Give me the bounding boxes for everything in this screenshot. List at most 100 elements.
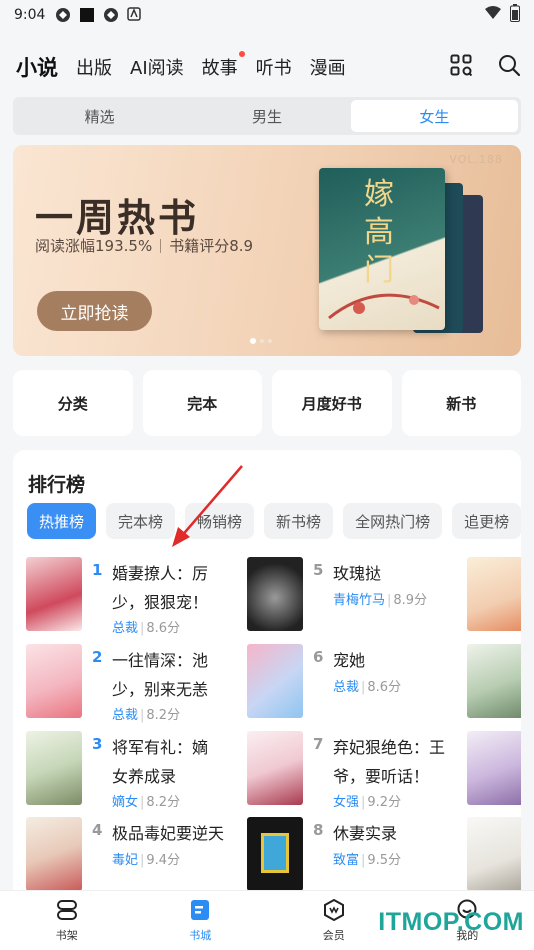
ranking-tab-bestseller[interactable]: 畅销榜 — [185, 503, 255, 539]
book-meta: 总裁 | 8.6分 — [333, 680, 402, 695]
book-cover — [247, 817, 303, 891]
book-score: 8.2分 — [146, 795, 181, 810]
book-meta: 总裁 | 8.6分 — [112, 621, 181, 636]
quick-link-category[interactable]: 分类 — [13, 370, 133, 436]
book-title: 休妻实录 — [333, 824, 398, 843]
grid-icon[interactable] — [450, 54, 473, 80]
search-icon[interactable] — [498, 54, 521, 80]
book-cover — [247, 644, 303, 718]
book-meta: 总裁 | 8.2分 — [112, 708, 181, 723]
quick-link-monthly-picks[interactable]: 月度好书 — [272, 370, 392, 436]
book-title: 婚妻撩人：厉少，狠狠宠！ — [112, 564, 209, 612]
banner-subtitle: 阅读涨幅193.5% 书籍评分8.9 — [35, 235, 253, 256]
book-rank: 7 — [313, 735, 324, 753]
book-tag: 女强 — [333, 795, 360, 810]
book-tag: 致富 — [333, 853, 360, 868]
book-title: 弃妃狠绝色：王爷，要听话！ — [333, 738, 446, 786]
segment-male[interactable]: 男生 — [183, 100, 350, 132]
ranking-tab-trending[interactable]: 追更榜 — [452, 503, 521, 539]
book-cover-partial[interactable] — [467, 644, 521, 718]
tab-bookshelf[interactable]: 书架 — [0, 891, 134, 950]
nav-tab-audiobooks[interactable]: 听书 — [256, 54, 292, 80]
book-cover — [26, 731, 82, 805]
book-tag: 青梅竹马 — [333, 593, 386, 608]
book-cover — [247, 557, 303, 631]
top-nav: 小说 出版 AI阅读 故事 听书 漫画 — [16, 44, 521, 90]
book-score: 9.4分 — [146, 853, 181, 868]
book-score: 9.2分 — [367, 795, 402, 810]
segment-female[interactable]: 女生 — [350, 100, 518, 132]
ranking-section: 排行榜 热推榜 完本榜 畅销榜 新书榜 全网热门榜 追更榜 1 婚妻撩人：厉少，… — [13, 450, 521, 910]
book-score: 9.5分 — [367, 853, 402, 868]
quick-link-completed[interactable]: 完本 — [142, 370, 262, 436]
book-score: 8.6分 — [146, 621, 181, 636]
bookstore-icon — [188, 899, 212, 924]
book-rank: 8 — [313, 821, 324, 839]
ranking-tab-hot[interactable]: 热推榜 — [27, 503, 97, 539]
nav-tab-comics[interactable]: 漫画 — [310, 54, 346, 80]
app-notification-icon — [103, 7, 119, 23]
banner-book-cover-main: 嫁高门 — [319, 168, 445, 330]
ranking-book[interactable]: 4 极品毒妃要逆天 毒妃 | 9.4分 — [26, 817, 241, 893]
battery-icon — [510, 4, 520, 26]
nav-tab-publishing[interactable]: 出版 — [76, 54, 112, 80]
ranking-title: 排行榜 — [28, 474, 86, 496]
book-meta: 毒妃 | 9.4分 — [112, 853, 181, 868]
tab-label: 书城 — [189, 928, 212, 942]
book-meta: 嫡女 | 8.2分 — [112, 795, 181, 810]
book-tag: 嫡女 — [112, 795, 139, 810]
book-title: 极品毒妃要逆天 — [112, 824, 225, 843]
notification-dot — [238, 51, 245, 57]
segment-featured[interactable]: 精选 — [16, 100, 183, 132]
ranking-tab-web-hot[interactable]: 全网热门榜 — [343, 503, 443, 539]
book-meta: 女强 | 9.2分 — [333, 795, 402, 810]
ranking-book[interactable]: 3 将军有礼：嫡女养成录 嫡女 | 8.2分 — [26, 731, 241, 810]
bookshelf-icon — [55, 899, 79, 924]
nav-tab-novel[interactable]: 小说 — [16, 52, 58, 82]
book-meta: 青梅竹马 | 8.9分 — [333, 593, 428, 608]
book-cover-partial[interactable] — [467, 817, 521, 891]
book-rank: 1 — [92, 561, 103, 579]
book-cover-partial[interactable] — [467, 731, 521, 805]
book-rank: 4 — [92, 821, 103, 839]
ranking-book[interactable]: 1 婚妻撩人：厉少，狠狠宠！ 总裁 | 8.6分 — [26, 557, 241, 636]
ranking-book[interactable]: 2 一往情深：池少，别来无恙 总裁 | 8.2分 — [26, 644, 241, 723]
read-now-button[interactable]: 立即抢读 — [37, 291, 152, 331]
tab-label: 会员 — [322, 928, 345, 942]
book-rank: 5 — [313, 561, 324, 579]
status-time: 9:04 — [14, 7, 46, 23]
vip-icon — [322, 898, 346, 924]
book-cover — [26, 644, 82, 718]
nav-tab-ai-reading[interactable]: AI阅读 — [130, 54, 184, 80]
book-tag: 总裁 — [112, 708, 139, 723]
ranking-tab-new[interactable]: 新书榜 — [264, 503, 334, 539]
banner-volume: VOL.188 — [449, 153, 503, 166]
nav-tab-stories[interactable]: 故事 — [202, 51, 245, 80]
book-meta: 致富 | 9.5分 — [333, 853, 402, 868]
weekly-hot-banner[interactable]: VOL.188 一周热书 阅读涨幅193.5% 书籍评分8.9 立即抢读 嫁高门 — [13, 145, 521, 356]
ranking-book[interactable]: 7 弃妃狠绝色：王爷，要听话！ 女强 | 9.2分 — [247, 731, 462, 810]
book-title: 一往情深：池少，别来无恙 — [112, 651, 209, 699]
book-rank: 6 — [313, 648, 324, 666]
ranking-tab-completed[interactable]: 完本榜 — [106, 503, 176, 539]
book-cover-partial[interactable] — [467, 557, 521, 631]
book-title: 宠她 — [333, 651, 366, 670]
banner-growth: 阅读涨幅193.5% — [35, 237, 153, 255]
book-rank: 2 — [92, 648, 103, 666]
banner-title: 一周热书 — [35, 196, 200, 240]
ranking-tabs: 热推榜 完本榜 畅销榜 新书榜 全网热门榜 追更榜 — [27, 503, 521, 539]
book-score: 8.9分 — [393, 593, 428, 608]
quick-link-new-books[interactable]: 新书 — [401, 370, 521, 436]
book-tag: 毒妃 — [112, 853, 139, 868]
ranking-book[interactable]: 5 玫瑰挞 青梅竹马 | 8.9分 — [247, 557, 462, 633]
tab-bookstore[interactable]: 书城 — [134, 891, 268, 950]
ranking-book[interactable]: 6 宠她 总裁 | 8.6分 — [247, 644, 462, 720]
app-notification-icon — [79, 7, 95, 23]
tab-label: 书架 — [55, 928, 78, 942]
book-cover — [26, 817, 82, 891]
ranking-book[interactable]: 8 休妻实录 致富 | 9.5分 — [247, 817, 462, 893]
book-score: 8.2分 — [146, 708, 181, 723]
gender-segment: 精选 男生 女生 — [13, 97, 521, 135]
book-tag: 总裁 — [333, 680, 360, 695]
wifi-icon — [484, 6, 502, 24]
